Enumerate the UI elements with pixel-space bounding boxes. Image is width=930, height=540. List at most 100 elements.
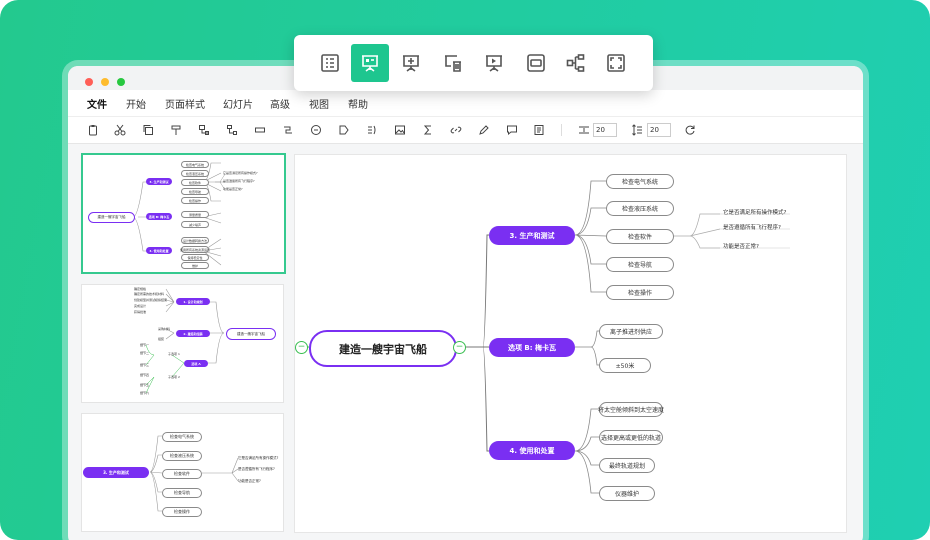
menu-page-style[interactable]: 页面样式: [165, 96, 205, 111]
subtopic-node[interactable]: 离子推进剂供应: [599, 324, 663, 339]
spacing-input[interactable]: 20: [593, 123, 617, 137]
slide-3-leaf: 检查导航: [162, 488, 202, 498]
cut-icon[interactable]: [113, 123, 127, 137]
slide-2-leaf: 子选项 1: [168, 352, 180, 356]
subtopic-icon[interactable]: [225, 123, 239, 137]
note-icon[interactable]: [532, 123, 546, 137]
floating-toolbar: [294, 35, 653, 91]
branch-production-testing[interactable]: 3. 生产和测试: [489, 226, 575, 245]
subtopic-node[interactable]: 仪器维护: [599, 486, 655, 501]
fullscreen-icon[interactable]: [602, 49, 630, 77]
slide-1-root: 建造一艘宇宙飞船: [88, 212, 135, 223]
menu-advanced[interactable]: 高级: [270, 96, 290, 111]
refresh-icon[interactable]: [683, 123, 697, 137]
slide-1-note: 是否遵循所有飞行程序?: [223, 179, 255, 183]
slide-1-leaf: 检查导航: [181, 188, 209, 195]
subtopic-node[interactable]: 最终轨道规划: [599, 458, 655, 473]
add-slide-icon[interactable]: [397, 49, 425, 77]
slide-3-leaf: 检查软件: [162, 469, 202, 479]
fit-icon[interactable]: [522, 49, 550, 77]
topic-icon[interactable]: [197, 123, 211, 137]
format-painter-icon[interactable]: [169, 123, 183, 137]
note-text[interactable]: 功能是否正常?: [723, 242, 759, 250]
menu-file[interactable]: 文件: [87, 96, 107, 111]
callout-icon[interactable]: [309, 123, 323, 137]
close-window-button[interactable]: [85, 78, 93, 86]
app-window: 文件 开始 页面样式 幻灯片 高级 视图 帮助 20 20 建造一艘宇宙飞船 3…: [68, 66, 863, 540]
outline-icon[interactable]: [316, 49, 344, 77]
spacing-icon: [577, 123, 591, 137]
slide-1-leaf: 测量质量: [181, 211, 209, 218]
branch-icon[interactable]: [562, 49, 590, 77]
slide-2-leaf: 组装: [158, 337, 165, 341]
link-icon[interactable]: [449, 123, 463, 137]
menu-start[interactable]: 开始: [126, 96, 146, 111]
boundary-icon[interactable]: [337, 123, 351, 137]
branch-option-b[interactable]: 选项 B: 梅卡瓦: [489, 338, 575, 357]
pen-icon[interactable]: [477, 123, 491, 137]
subtopic-node[interactable]: 检查导航: [606, 257, 674, 272]
comment-icon[interactable]: [505, 123, 519, 137]
subtopic-node[interactable]: 检查操作: [606, 285, 674, 300]
slide-1-branch-top: 3. 生产和测试: [146, 178, 172, 185]
maximize-window-button[interactable]: [117, 78, 125, 86]
menu-view[interactable]: 视图: [309, 96, 329, 111]
toolbar: 20 20: [68, 116, 863, 144]
slide-3-note: 功能是否正常?: [238, 479, 261, 483]
note-text[interactable]: 它是否满足所有操作模式?: [723, 208, 786, 216]
relationship-icon[interactable]: [281, 123, 295, 137]
subtopic-node[interactable]: 将太空舱倾斜到太空速度: [598, 402, 664, 417]
slide-1-leaf: 检查软件: [181, 179, 209, 186]
subtopic-node[interactable]: 选择更高或更低的轨道: [599, 430, 663, 445]
play-icon[interactable]: [480, 49, 508, 77]
copy-icon[interactable]: [141, 123, 155, 137]
slide-1-branch-mid: 选项 B: 梅卡瓦: [146, 213, 172, 220]
collapse-left-icon[interactable]: −: [295, 341, 308, 354]
slide-thumbnail-1[interactable]: 建造一艘宇宙飞船 3. 生产和测试 选项 B: 梅卡瓦 4. 使用和处置 检查电…: [81, 153, 286, 274]
slide-1-leaf: 设计数据转换方法: [181, 237, 209, 244]
minimize-window-button[interactable]: [101, 78, 109, 86]
collapse-right-icon[interactable]: −: [453, 341, 466, 354]
branch-use-disposal[interactable]: 4. 使用和处置: [489, 441, 575, 460]
slide-1-branch-bot: 4. 使用和处置: [146, 247, 172, 254]
slide-1-leaf: 检查液压系统: [181, 170, 209, 177]
subtopic-node[interactable]: ±50米: [599, 358, 651, 373]
menu-help[interactable]: 帮助: [348, 96, 368, 111]
subtopic-node[interactable]: 检查软件: [606, 229, 674, 244]
slide-thumbnail-3[interactable]: 3. 生产和测试 检查电气系统 检查液压系统 检查软件 检查导航 检查操作 它是…: [81, 413, 284, 532]
slide-2-leaf: 子选项 2: [168, 375, 180, 379]
slide-2-leaf: 确定规格: [134, 287, 147, 291]
image-icon[interactable]: [393, 123, 407, 137]
slide-2-leaf: 完成设计: [134, 304, 147, 308]
slide-1-leaf: 检查电气系统: [181, 161, 209, 168]
toolbar-divider: [561, 124, 562, 136]
line-height-icon: [630, 123, 644, 137]
menu-bar: 文件 开始 页面样式 幻灯片 高级 视图 帮助: [68, 90, 863, 116]
slide-2-leaf: 确定所需的技术和材料: [134, 292, 165, 296]
delete-slide-icon[interactable]: [439, 49, 467, 77]
formula-icon[interactable]: [421, 123, 435, 137]
slide-2-root: 建造一艘宇宙飞船: [226, 328, 276, 340]
slide-2-branch-mid: 2. 建造和组装: [176, 330, 210, 337]
slide-thumbnail-2[interactable]: 建造一艘宇宙飞船 1. 设计和规划 2. 建造和组装 选项 A 确定规格 确定所…: [81, 284, 284, 403]
slide-2-leaf: 获得批准: [134, 310, 147, 314]
subtopic-node[interactable]: 检查电气系统: [606, 174, 674, 189]
summary-icon[interactable]: [365, 123, 379, 137]
slide-1-leaf: 检查操作: [181, 197, 209, 204]
floating-topic-icon[interactable]: [253, 123, 267, 137]
slide-2-leaf: 采购材料: [158, 327, 171, 331]
slide-1-note: 功能是否正常?: [223, 187, 243, 191]
slide-2-subleaf: 细节五: [140, 383, 150, 387]
slide-3-leaf: 检查液压系统: [162, 451, 202, 461]
presentation-icon[interactable]: [351, 44, 389, 82]
line-height-input[interactable]: 20: [647, 123, 671, 137]
subtopic-node[interactable]: 检查液压系统: [606, 201, 674, 216]
background: 文件 开始 页面样式 幻灯片 高级 视图 帮助 20 20 建造一艘宇宙飞船 3…: [0, 0, 930, 540]
clipboard-icon[interactable]: [86, 123, 100, 137]
mind-map-canvas[interactable]: − 建造一艘宇宙飞船 − 3. 生产和测试 选项 B: 梅卡瓦 4. 使用和处置…: [294, 154, 847, 533]
menu-slides[interactable]: 幻灯片: [223, 96, 253, 111]
slide-3-note: 是否遵循所有飞行程序?: [238, 467, 275, 471]
note-text[interactable]: 是否遵循所有飞行程序?: [723, 223, 781, 231]
slide-3-note: 它是否满足所有操作模式?: [238, 456, 279, 460]
root-topic[interactable]: 建造一艘宇宙飞船: [309, 330, 457, 367]
